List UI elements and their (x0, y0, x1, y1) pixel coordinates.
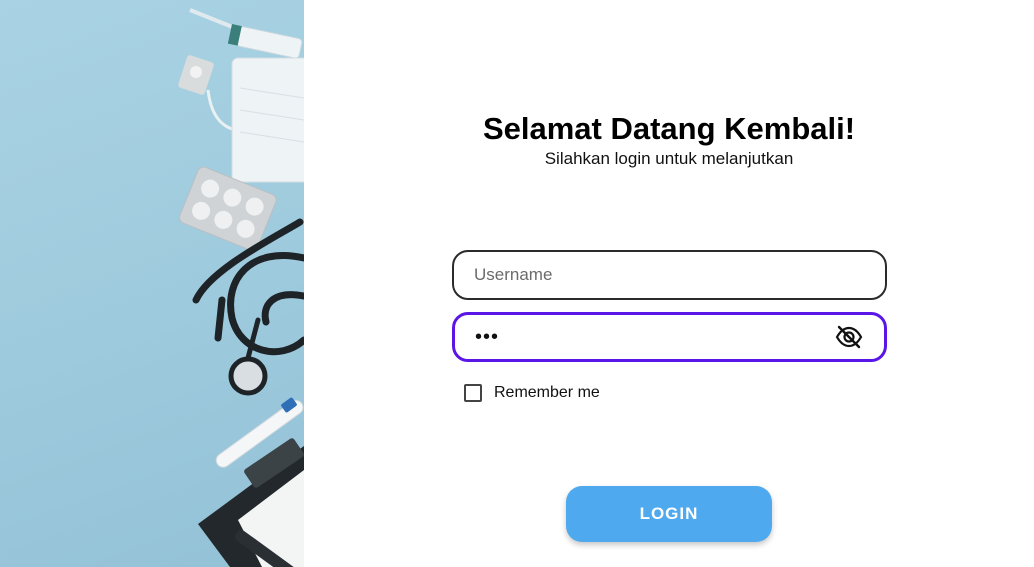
remember-me-row[interactable]: Remember me (464, 384, 600, 402)
username-input[interactable] (474, 265, 865, 285)
username-field[interactable] (452, 250, 887, 300)
login-button[interactable]: LOGIN (566, 486, 772, 542)
password-field[interactable] (452, 312, 887, 362)
eye-off-icon[interactable] (834, 322, 864, 352)
remember-me-label: Remember me (494, 384, 600, 401)
password-input[interactable] (475, 325, 834, 349)
hero-image-panel (0, 0, 304, 567)
stethoscope-icon (192, 218, 304, 396)
remember-me-checkbox[interactable] (464, 384, 482, 402)
medical-illustration (178, 8, 304, 567)
page-title: Selamat Datang Kembali! (482, 111, 856, 146)
page-subtitle: Silahkan login untuk melanjutkan (544, 149, 794, 168)
face-mask-icon (206, 57, 304, 183)
pill-icon (178, 55, 214, 95)
syringe-icon (189, 8, 303, 59)
